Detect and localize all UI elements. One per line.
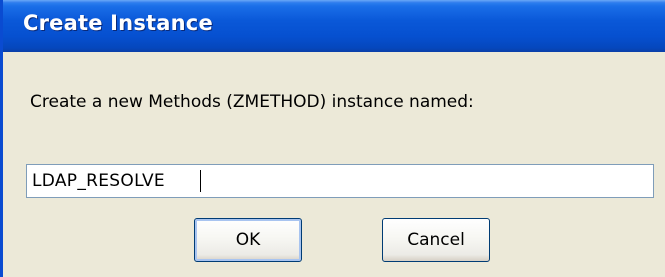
text-caret [200,170,201,192]
create-instance-dialog: Create Instance Create a new Methods (ZM… [0,0,665,277]
prompt-label: Create a new Methods (ZMETHOD) instance … [30,92,474,112]
title-bar[interactable]: Create Instance [3,0,665,52]
instance-name-input[interactable] [26,164,654,198]
cancel-button[interactable]: Cancel [382,218,490,262]
ok-button[interactable]: OK [194,218,302,262]
window-title: Create Instance [23,11,213,35]
